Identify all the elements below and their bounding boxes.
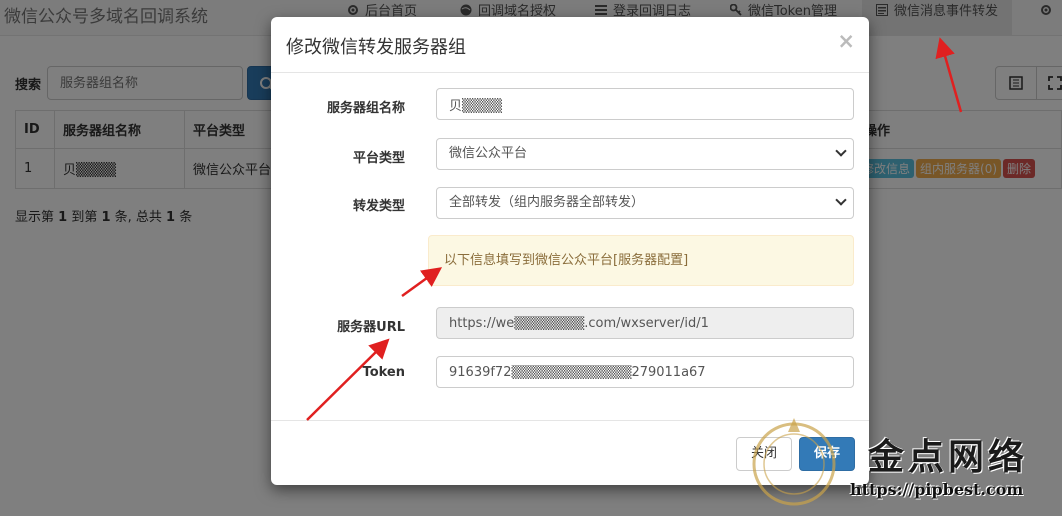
platform-label: 平台类型 bbox=[352, 151, 405, 166]
platform-select[interactable]: 微信公众平台 bbox=[436, 138, 854, 170]
platform-select-value: 微信公众平台 bbox=[449, 146, 528, 161]
chevron-down-icon bbox=[835, 194, 847, 206]
modal-title: 修改微信转发服务器组 bbox=[286, 37, 466, 58]
watermark: 金点网络 https://pipbest.com bbox=[738, 410, 1062, 516]
server-url-input[interactable] bbox=[436, 307, 854, 339]
token-label: Token bbox=[362, 365, 405, 380]
watermark-logo-icon bbox=[752, 418, 836, 506]
server-url-label: 服务器URL bbox=[337, 320, 405, 335]
group-name-label: 服务器组名称 bbox=[326, 101, 405, 116]
watermark-text: 金点网络 bbox=[868, 436, 1029, 478]
group-name-input[interactable] bbox=[436, 88, 854, 120]
forward-type-select-value: 全部转发（组内服务器全部转发） bbox=[449, 195, 645, 210]
chevron-down-icon bbox=[835, 145, 847, 157]
forward-type-select[interactable]: 全部转发（组内服务器全部转发） bbox=[436, 187, 854, 219]
modal-header: 修改微信转发服务器组 × bbox=[271, 17, 869, 73]
config-notice: 以下信息填写到微信公众平台[服务器配置] bbox=[428, 235, 854, 286]
forward-type-label: 转发类型 bbox=[352, 199, 405, 214]
close-icon[interactable]: × bbox=[837, 31, 855, 52]
token-input[interactable] bbox=[436, 356, 854, 388]
watermark-url: https://pipbest.com bbox=[850, 480, 1024, 499]
